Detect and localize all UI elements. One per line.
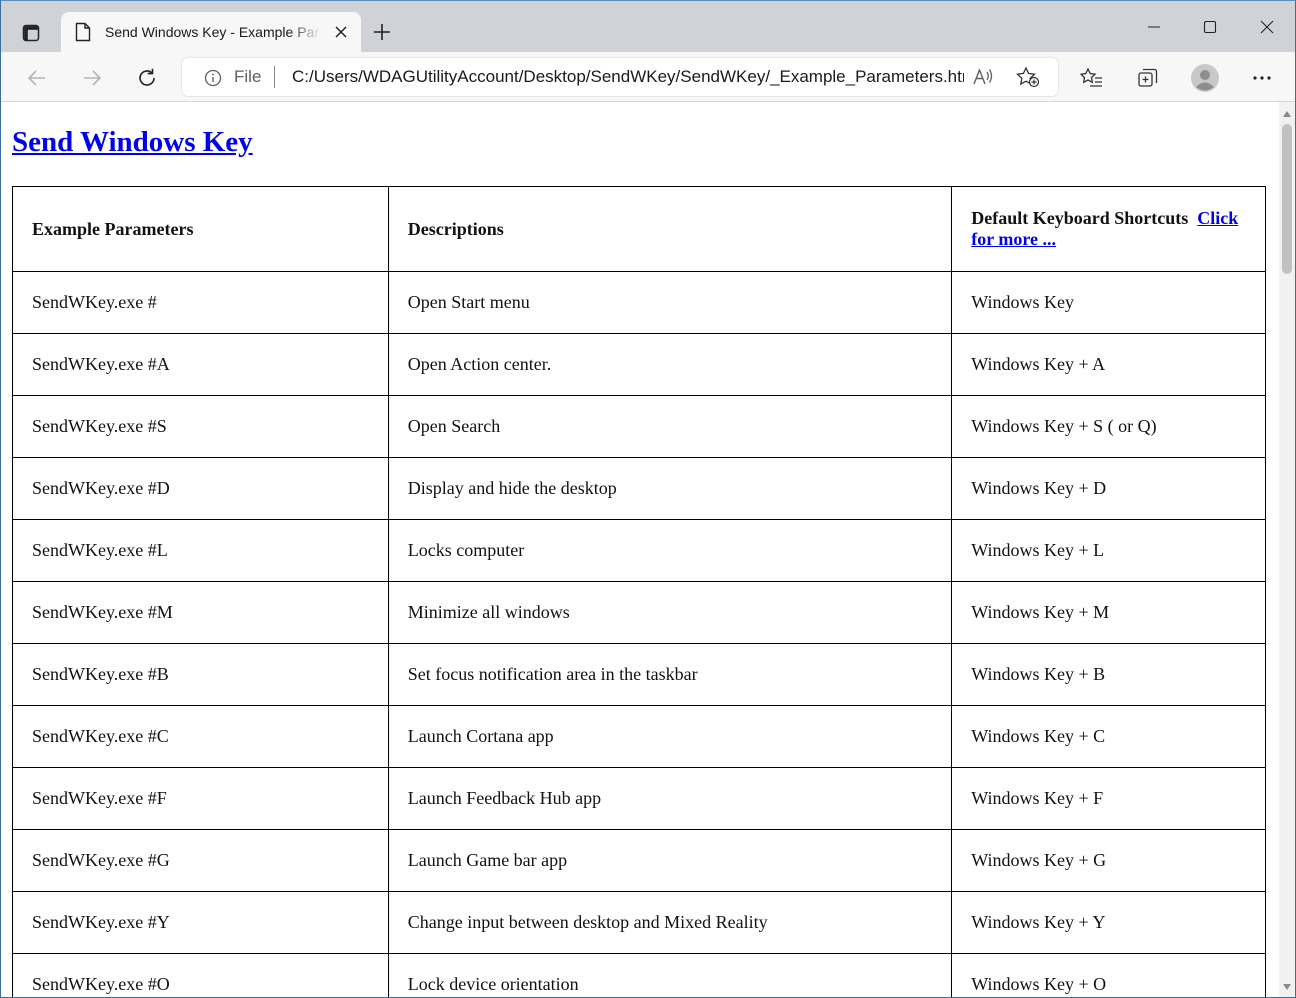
parameters-table: Example Parameters Descriptions Default … <box>12 186 1266 997</box>
shortcut-cell: Windows Key + S ( or Q) <box>951 395 1266 458</box>
vertical-scrollbar[interactable] <box>1279 102 1295 997</box>
table-row: SendWKey.exe #D Display and hide the desk… <box>12 457 1266 520</box>
active-tab[interactable]: Send Windows Key - Example Parameters <box>61 12 361 52</box>
table-row: SendWKey.exe #O Lock device orientation Wi… <box>12 953 1266 997</box>
description-cell: Open Search <box>387 395 953 458</box>
browser-window: Send Windows Key - Example Parameters Fi <box>0 0 1296 998</box>
read-aloud-icon[interactable] <box>972 66 994 88</box>
scroll-down-button[interactable] <box>1279 979 1295 995</box>
description-cell: Set focus notification area in the taskb… <box>387 643 953 706</box>
add-favorite-icon[interactable] <box>1016 66 1040 88</box>
maximize-button[interactable] <box>1184 9 1236 45</box>
refresh-button[interactable] <box>129 60 165 96</box>
table-row: SendWKey.exe #G Launch Game bar app Window… <box>12 829 1266 892</box>
param-cell: SendWKey.exe #L <box>12 519 389 582</box>
table-row: SendWKey.exe # Open Start menu Windows Key <box>12 271 1266 334</box>
scroll-down-arrow-icon <box>1283 984 1291 990</box>
param-cell: SendWKey.exe #C <box>12 705 389 768</box>
param-cell: SendWKey.exe #O <box>12 953 389 997</box>
collections-button[interactable] <box>1130 60 1166 96</box>
maximize-icon <box>1203 20 1217 34</box>
plus-icon <box>374 24 390 40</box>
refresh-icon <box>139 68 155 86</box>
table-row: SendWKey.exe #Y Change input between desk… <box>12 891 1266 954</box>
description-cell: Open Start menu <box>387 271 953 334</box>
header-descriptions: Descriptions <box>387 186 953 272</box>
close-window-icon <box>1260 20 1274 34</box>
info-icon[interactable] <box>204 69 222 87</box>
header-default-shortcuts: Default Keyboard Shortcuts Click for mor… <box>951 186 1266 272</box>
table-row: SendWKey.exe #C Launch Cortana app Windows… <box>12 705 1266 768</box>
param-cell: SendWKey.exe # <box>12 271 389 334</box>
back-button[interactable] <box>19 60 55 96</box>
address-separator <box>274 66 275 88</box>
description-cell: Launch Game bar app <box>387 829 953 892</box>
shortcut-cell: Windows Key + Y <box>951 891 1266 954</box>
description-cell: Minimize all windows <box>387 581 953 644</box>
shortcut-cell: Windows Key + L <box>951 519 1266 582</box>
shortcut-cell: Windows Key + G <box>951 829 1266 892</box>
scroll-up-arrow-icon <box>1283 111 1291 117</box>
tab-strip: Send Windows Key - Example Parameters <box>1 1 1295 52</box>
forward-button[interactable] <box>74 60 110 96</box>
shortcut-cell: Windows Key + A <box>951 333 1266 396</box>
profile-button[interactable] <box>1187 60 1223 96</box>
more-button[interactable] <box>1244 60 1280 96</box>
shortcut-cell: Windows Key + F <box>951 767 1266 830</box>
minimize-button[interactable] <box>1128 9 1180 45</box>
description-cell: Launch Cortana app <box>387 705 953 768</box>
shortcut-cell: Windows Key <box>951 271 1266 334</box>
favorites-button[interactable] <box>1074 60 1110 96</box>
scroll-thumb[interactable] <box>1282 124 1292 274</box>
description-cell: Open Action center. <box>387 333 953 396</box>
back-arrow-icon <box>27 70 45 86</box>
description-cell: Launch Feedback Hub app <box>387 767 953 830</box>
scheme-label: File <box>234 67 262 86</box>
description-cell: Locks computer <box>387 519 953 582</box>
shortcut-cell: Windows Key + B <box>951 643 1266 706</box>
new-tab-button[interactable] <box>367 17 397 47</box>
header-default-shortcuts-text: Default Keyboard Shortcuts <box>971 208 1189 228</box>
table-row: SendWKey.exe #S Open Search Windows Key + … <box>12 395 1266 458</box>
table-row: SendWKey.exe #F Launch Feedback Hub app Wi… <box>12 767 1266 830</box>
close-icon[interactable] <box>333 24 349 40</box>
favorites-icon <box>1080 67 1102 87</box>
more-icon <box>1253 76 1271 80</box>
table-row: SendWKey.exe #M Minimize all windows Windo… <box>12 581 1266 644</box>
description-cell: Lock device orientation <box>387 953 953 997</box>
address-bar[interactable]: File C:/Users/WDAGUtilityAccount/Desktop… <box>182 58 1058 96</box>
table-row: SendWKey.exe #L Locks computer Windows Key… <box>12 519 1266 582</box>
close-window-button[interactable] <box>1241 9 1293 45</box>
table-row: SendWKey.exe #A Open Action center. Window… <box>12 333 1266 396</box>
param-cell: SendWKey.exe #D <box>12 457 389 520</box>
url-text[interactable]: C:/Users/WDAGUtilityAccount/Desktop/Send… <box>292 67 964 87</box>
table-row: SendWKey.exe #B Set focus notification ar… <box>12 643 1266 706</box>
param-cell: SendWKey.exe #F <box>12 767 389 830</box>
page-viewport: Send Windows Key Example Parameters Desc… <box>1 102 1279 997</box>
table-header-row: Example Parameters Descriptions Default … <box>12 186 1266 272</box>
param-cell: SendWKey.exe #S <box>12 395 389 458</box>
collections-icon <box>1138 68 1158 87</box>
shortcut-cell: Windows Key + D <box>951 457 1266 520</box>
param-cell: SendWKey.exe #G <box>12 829 389 892</box>
param-cell: SendWKey.exe #Y <box>12 891 389 954</box>
tab-actions-icon[interactable] <box>12 15 50 51</box>
param-cell: SendWKey.exe #B <box>12 643 389 706</box>
shortcut-cell: Windows Key + C <box>951 705 1266 768</box>
param-cell: SendWKey.exe #A <box>12 333 389 396</box>
description-cell: Change input between desktop and Mixed R… <box>387 891 953 954</box>
shortcut-cell: Windows Key + O <box>951 953 1266 997</box>
param-cell: SendWKey.exe #M <box>12 581 389 644</box>
tab-title: Send Windows Key - Example Parameters <box>105 24 321 40</box>
navigation-toolbar: File C:/Users/WDAGUtilityAccount/Desktop… <box>1 52 1295 102</box>
page-heading-link[interactable]: Send Windows Key <box>12 126 253 159</box>
minimize-icon <box>1148 26 1160 28</box>
header-example-parameters: Example Parameters <box>12 186 389 272</box>
shortcut-cell: Windows Key + M <box>951 581 1266 644</box>
profile-avatar <box>1191 64 1219 92</box>
scroll-up-button[interactable] <box>1279 106 1295 122</box>
description-cell: Display and hide the desktop <box>387 457 953 520</box>
forward-arrow-icon <box>84 70 102 86</box>
page-icon <box>75 22 91 42</box>
